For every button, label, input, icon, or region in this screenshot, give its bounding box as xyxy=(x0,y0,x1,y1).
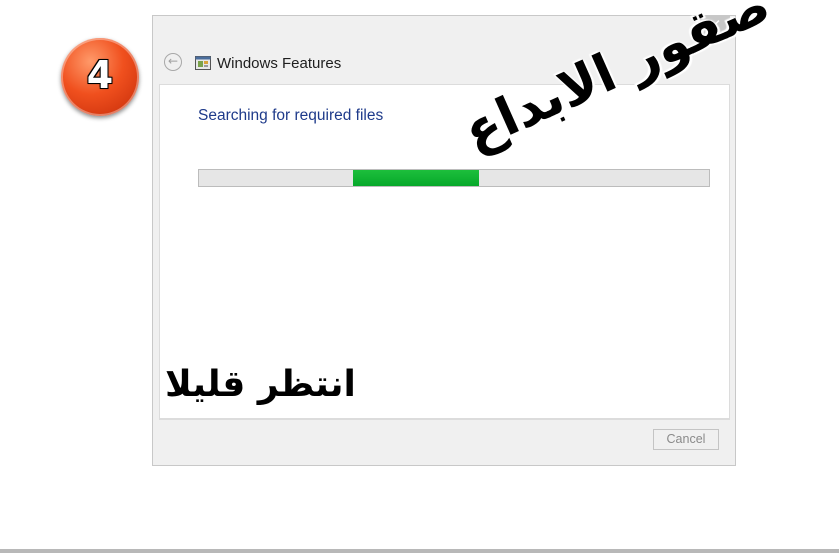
back-arrow-icon: ← xyxy=(167,54,179,68)
progress-bar-fill xyxy=(353,170,479,186)
footer-divider xyxy=(159,419,730,420)
status-heading: Searching for required files xyxy=(198,107,384,124)
page-divider xyxy=(0,549,839,553)
step-number-badge: 4 xyxy=(61,38,139,116)
watermark-secondary: انتظر قليلا xyxy=(165,364,356,405)
cancel-button[interactable]: Cancel xyxy=(653,429,719,450)
windows-features-icon xyxy=(195,56,211,70)
back-button[interactable]: ← xyxy=(164,53,182,71)
step-number: 4 xyxy=(86,53,114,97)
dialog-title: Windows Features xyxy=(217,55,342,72)
